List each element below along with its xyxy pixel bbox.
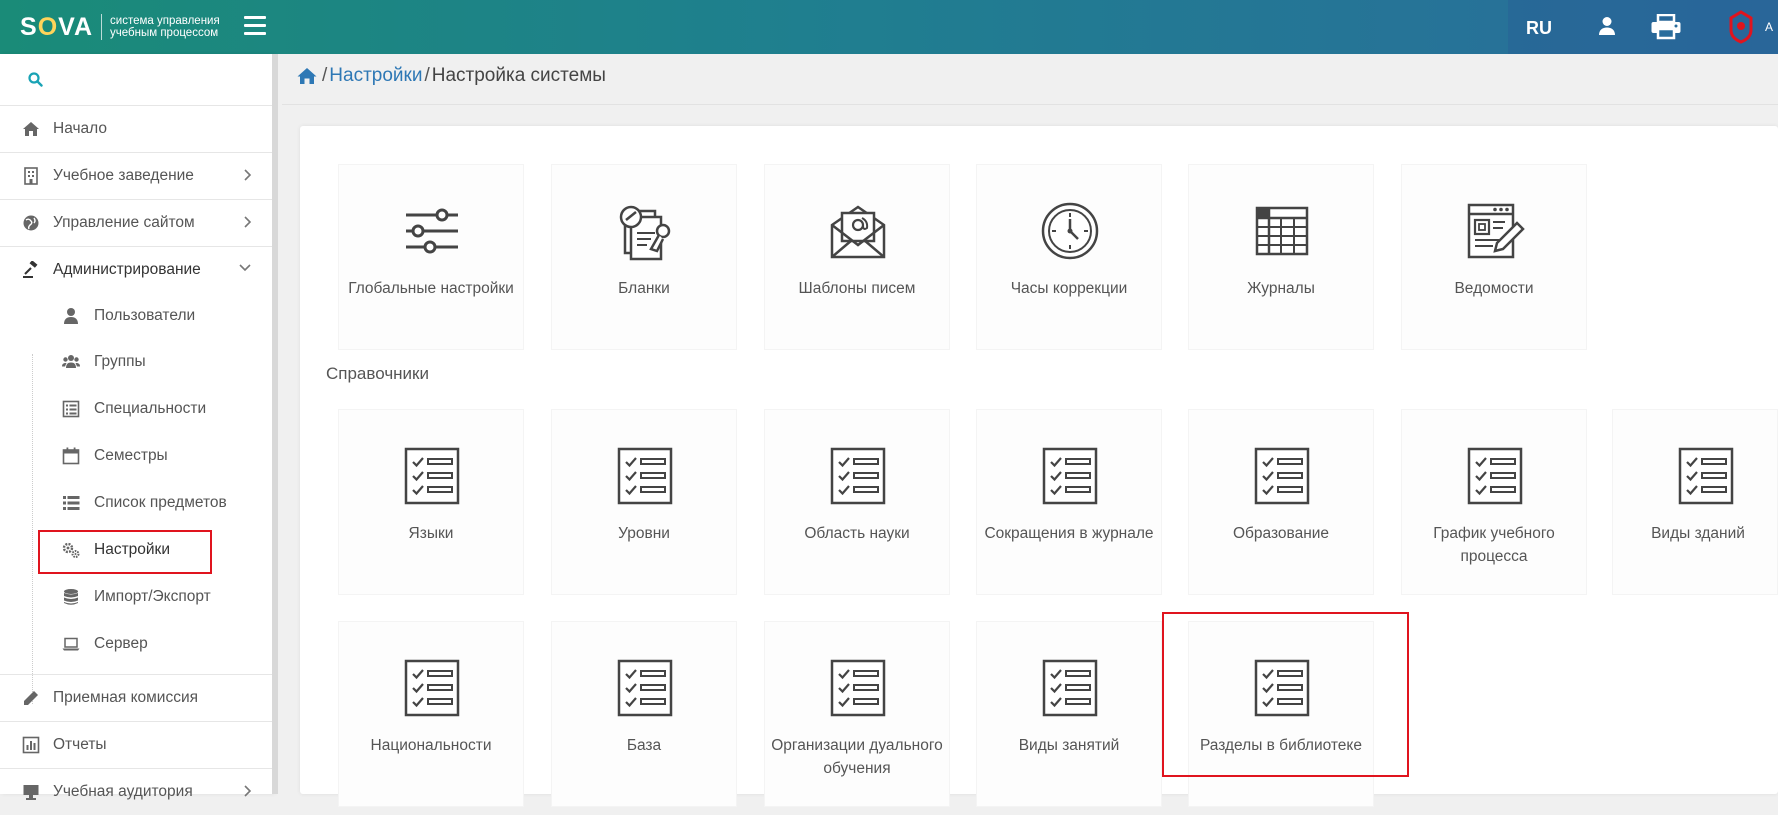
sidebar-item-administration[interactable]: Администрирование <box>0 246 272 293</box>
tile-languages[interactable]: Языки <box>338 409 524 595</box>
sidebar-scrollbar[interactable] <box>272 54 278 794</box>
breadcrumb-divider <box>282 104 1778 105</box>
list-icon <box>63 496 80 510</box>
chevron-right-icon <box>244 216 252 228</box>
forms-icon <box>619 205 671 261</box>
sidebar-subitem-semesters[interactable]: Семестры <box>0 433 272 479</box>
monitor-icon <box>23 785 39 800</box>
chevron-right-icon <box>244 785 252 797</box>
sidebar-item-home[interactable]: Начало <box>0 105 272 152</box>
sidebar-item-classroom[interactable]: Учебная аудитория <box>0 768 272 815</box>
checklist-icon <box>830 659 886 717</box>
home-icon <box>23 122 39 136</box>
tile-base[interactable]: База <box>551 621 737 807</box>
user-icon[interactable] <box>1598 16 1616 41</box>
bar-chart-icon <box>22 736 40 754</box>
chevron-right-icon <box>244 169 252 181</box>
checklist-icon <box>1042 659 1098 717</box>
section-title-references: Справочники <box>326 364 429 383</box>
menu-toggle-icon[interactable] <box>244 16 266 36</box>
globe-icon <box>23 215 39 231</box>
tile-correction-hours[interactable]: Часы коррекции <box>976 164 1162 350</box>
settings-highlight-box <box>38 530 212 574</box>
document-edit-icon <box>1467 203 1525 259</box>
database-icon <box>64 589 78 605</box>
sidebar-item-institution[interactable]: Учебное заведение <box>0 152 272 199</box>
language-switcher[interactable]: RU <box>1526 18 1552 39</box>
checklist-icon <box>617 447 673 505</box>
tile-statements[interactable]: Ведомости <box>1401 164 1587 350</box>
email-template-icon <box>830 205 886 259</box>
logo-subtitle: система управления учебным процессом <box>110 15 220 39</box>
checklist-icon <box>1678 447 1734 505</box>
users-icon <box>62 355 80 368</box>
tile-study-schedule[interactable]: График учебного процесса <box>1401 409 1587 595</box>
gavel-icon <box>23 261 38 278</box>
table-grid-icon <box>1255 206 1309 256</box>
sidebar-subitem-specialties[interactable]: Специальности <box>0 386 272 432</box>
laptop-icon <box>62 637 80 651</box>
header-actions: RU A <box>1508 0 1778 54</box>
checklist-icon <box>404 447 460 505</box>
app-logo[interactable]: SOVA система управления учебным процессо… <box>20 10 220 44</box>
checklist-icon <box>830 447 886 505</box>
print-icon[interactable] <box>1650 13 1682 45</box>
top-header: SOVA система управления учебным процессо… <box>0 0 1778 54</box>
checklist-icon <box>404 659 460 717</box>
sidebar-subitem-users[interactable]: Пользователи <box>0 293 272 339</box>
tile-forms[interactable]: Бланки <box>551 164 737 350</box>
home-icon[interactable] <box>297 67 317 85</box>
calendar-icon <box>62 447 80 465</box>
chevron-down-icon <box>239 264 251 272</box>
checklist-icon <box>1254 447 1310 505</box>
user-icon <box>64 308 78 324</box>
sidebar-subitem-groups[interactable]: Группы <box>0 339 272 385</box>
tile-email-templates[interactable]: Шаблоны писем <box>764 164 950 350</box>
checklist-icon <box>1467 447 1523 505</box>
library-sections-highlight-box <box>1162 612 1409 777</box>
breadcrumb-settings-link[interactable]: Настройки <box>329 65 422 87</box>
sidebar-item-reports[interactable]: Отчеты <box>0 721 272 768</box>
sliders-icon <box>406 208 458 254</box>
tile-building-types[interactable]: Виды зданий <box>1612 409 1778 595</box>
sidebar-item-site-management[interactable]: Управление сайтом <box>0 199 272 246</box>
breadcrumb: / Настройки / Настройка системы <box>297 65 606 87</box>
tile-journals[interactable]: Журналы <box>1188 164 1374 350</box>
building-icon <box>24 167 38 185</box>
breadcrumb-current: Настройка системы <box>431 65 606 86</box>
tile-lesson-types[interactable]: Виды занятий <box>976 621 1162 807</box>
header-truncated-text: A <box>1765 20 1774 34</box>
tile-nationalities[interactable]: Национальности <box>338 621 524 807</box>
tile-education[interactable]: Образование <box>1188 409 1374 595</box>
sidebar: Начало Учебное заведение Управление сайт… <box>0 54 273 800</box>
sidebar-subitem-import-export[interactable]: Импорт/Экспорт <box>0 574 272 620</box>
tile-dual-education-orgs[interactable]: Организации дуального обучения <box>764 621 950 807</box>
sidebar-subitem-subjects[interactable]: Список предметов <box>0 480 272 526</box>
tile-journal-abbreviations[interactable]: Сокращения в журнале <box>976 409 1162 595</box>
list-alt-icon <box>62 400 80 418</box>
institution-emblem-icon <box>1728 10 1754 49</box>
tile-levels[interactable]: Уровни <box>551 409 737 595</box>
search-icon[interactable] <box>28 72 43 92</box>
sidebar-item-admissions[interactable]: Приемная комиссия <box>0 674 272 721</box>
checklist-icon <box>617 659 673 717</box>
sidebar-subitem-server[interactable]: Сервер <box>0 621 272 667</box>
pencil-icon <box>24 691 38 705</box>
logo-divider <box>101 14 103 40</box>
tile-global-settings[interactable]: Глобальные настройки <box>338 164 524 350</box>
tile-science-field[interactable]: Область науки <box>764 409 950 595</box>
checklist-icon <box>1042 447 1098 505</box>
clock-icon <box>1041 202 1099 260</box>
